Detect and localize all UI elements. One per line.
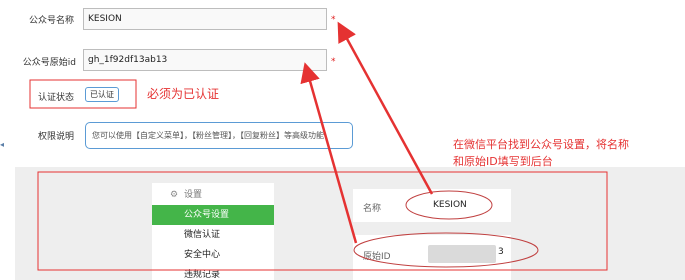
name-ellipse	[405, 190, 493, 220]
origin-ellipse	[353, 232, 539, 268]
annotation-overlay	[29, 21, 608, 271]
origin-arrow	[300, 62, 358, 244]
status-highlight-box	[29, 79, 137, 109]
preview-highlight-box	[37, 171, 608, 271]
name-arrow	[337, 21, 434, 195]
